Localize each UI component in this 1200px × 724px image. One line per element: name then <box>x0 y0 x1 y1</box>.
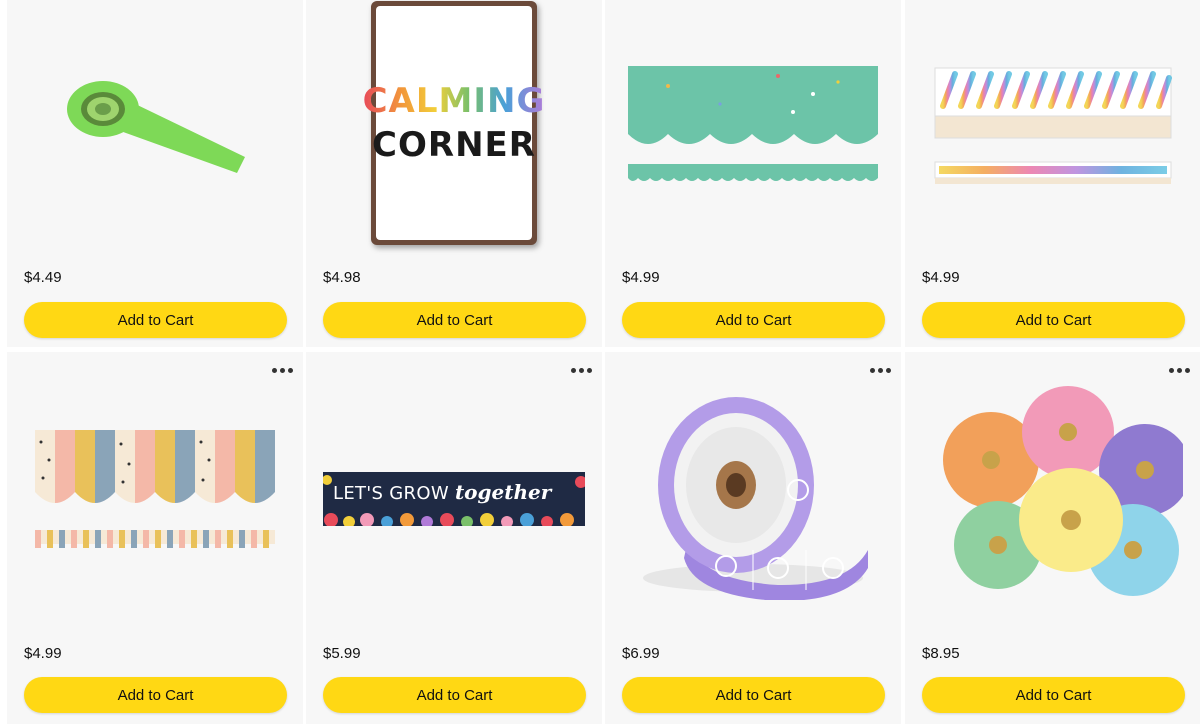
product-price: $6.99 <box>622 645 660 662</box>
product-price: $8.95 <box>922 645 960 662</box>
product-card[interactable]: $4.49 Add to Cart <box>7 0 303 347</box>
product-price: $4.98 <box>323 269 361 286</box>
add-to-cart-button[interactable]: Add to Cart <box>622 302 885 338</box>
add-to-cart-button[interactable]: Add to Cart <box>24 677 287 713</box>
product-image-green-roll[interactable] <box>7 0 303 258</box>
product-card[interactable]: $8.95 Add to Cart <box>905 352 1200 724</box>
product-image-pastel-stripe-border[interactable] <box>7 352 303 637</box>
product-card[interactable]: LET'S GROW together $5.99 Add to Cart <box>306 352 602 724</box>
product-price: $4.99 <box>922 269 960 286</box>
product-image-lets-grow-banner[interactable]: LET'S GROW together <box>306 352 602 637</box>
banner-text-lets-grow: LET'S GROW <box>333 482 455 504</box>
product-card[interactable]: $4.99 Add to Cart <box>7 352 303 724</box>
add-to-cart-button[interactable]: Add to Cart <box>323 677 586 713</box>
add-to-cart-button[interactable]: Add to Cart <box>622 677 885 713</box>
product-card[interactable]: $6.99 Add to Cart <box>605 352 901 724</box>
add-to-cart-button[interactable]: Add to Cart <box>922 302 1185 338</box>
product-price: $4.49 <box>24 269 62 286</box>
sign-text-corner: CORNER <box>372 125 536 165</box>
add-to-cart-button[interactable]: Add to Cart <box>24 302 287 338</box>
sign-text-calming: CALMING <box>362 81 546 121</box>
product-image-rainbow-border[interactable] <box>905 0 1200 258</box>
product-image-ticket-roll[interactable] <box>605 352 901 637</box>
product-price: $4.99 <box>24 645 62 662</box>
product-image-paper-flowers[interactable] <box>905 352 1200 637</box>
product-image-calming-corner[interactable]: CALMING CORNER <box>306 0 602 258</box>
add-to-cart-button[interactable]: Add to Cart <box>323 302 586 338</box>
product-card[interactable]: CALMING CORNER $4.98 Add to Cart <box>306 0 602 347</box>
add-to-cart-button[interactable]: Add to Cart <box>922 677 1185 713</box>
product-card[interactable]: $4.99 Add to Cart <box>605 0 901 347</box>
banner-text-together: together <box>454 479 552 504</box>
product-card[interactable]: $4.99 Add to Cart <box>905 0 1200 347</box>
banner-text: LET'S GROW together <box>333 480 551 504</box>
product-image-teal-border[interactable] <box>605 0 901 258</box>
product-price: $4.99 <box>622 269 660 286</box>
product-price: $5.99 <box>323 645 361 662</box>
